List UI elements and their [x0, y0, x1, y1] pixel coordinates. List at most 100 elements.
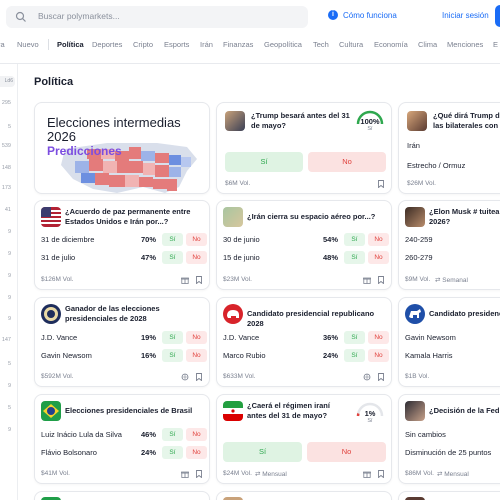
share-icon[interactable] — [363, 373, 371, 381]
category-tab[interactable]: ra — [0, 40, 5, 49]
yes-button[interactable]: Sí — [344, 251, 365, 264]
bookmark-icon[interactable] — [377, 276, 385, 284]
market-title[interactable]: ¿Caerá el régimen iraní antes del 31 de … — [247, 401, 351, 421]
outcome-percent: 48% — [322, 253, 338, 262]
no-button[interactable]: No — [368, 251, 389, 264]
midterms-card[interactable]: Elecciones intermedias 2026 Predicciones — [34, 102, 210, 194]
no-button[interactable]: No — [186, 233, 207, 246]
no-button[interactable]: No — [186, 446, 207, 459]
seal-graphic — [44, 307, 58, 321]
gift-icon[interactable] — [363, 470, 371, 478]
gift-icon[interactable] — [181, 470, 189, 478]
midterms-title: Elecciones intermedias 2026 — [47, 115, 181, 144]
yes-button[interactable]: Sí — [344, 331, 365, 344]
login-link[interactable]: Iniciar sesión — [442, 11, 489, 20]
search-input[interactable]: Buscar polymarkets... — [6, 6, 308, 28]
outcome-label: Marco Rubio — [223, 351, 266, 360]
gift-icon[interactable] — [363, 276, 371, 284]
market-card[interactable]: ¿Decisión de la Fed e Sin cambios Dismin… — [398, 394, 500, 484]
yes-button[interactable]: Sí — [162, 251, 183, 264]
how-it-works-link[interactable]: i Cómo funciona — [328, 10, 397, 20]
market-card-partial[interactable] — [34, 491, 210, 500]
market-title[interactable]: Candidato presidencial republicano 2028 — [247, 309, 387, 329]
no-button[interactable]: No — [368, 331, 389, 344]
market-card[interactable]: ¿Caerá el régimen iraní antes del 31 de … — [216, 394, 392, 484]
market-title[interactable]: ¿Irán cierra su espacio aéreo por...? — [247, 212, 387, 222]
yes-button[interactable]: Sí — [344, 349, 365, 362]
no-button[interactable]: No — [368, 349, 389, 362]
sidebar-count: 9 — [7, 316, 11, 322]
bookmark-icon[interactable] — [195, 470, 203, 478]
market-card-partial[interactable] — [216, 491, 392, 500]
sidebar-count: 539 — [1, 143, 11, 149]
outcome-percent: 16% — [140, 351, 156, 360]
category-tab[interactable]: E — [493, 40, 498, 49]
market-card[interactable]: ¿Elon Musk # tuitea de 2026? 240-259 260… — [398, 200, 500, 290]
yes-button[interactable]: Sí — [162, 446, 183, 459]
bookmark-icon[interactable] — [377, 180, 385, 188]
bookmark-icon[interactable] — [377, 470, 385, 478]
yes-button[interactable]: Sí — [162, 349, 183, 362]
market-card[interactable]: ¿Irán cierra su espacio aéreo por...? 30… — [216, 200, 392, 290]
category-tab[interactable]: Finanzas — [223, 40, 253, 49]
market-title[interactable]: Candidato presidencial — [429, 309, 500, 319]
market-card[interactable]: ¿Acuerdo de paz permanente entre Estados… — [34, 200, 210, 290]
market-title[interactable]: Elecciones presidenciales de Brasil — [65, 406, 205, 416]
category-tab[interactable]: Cripto — [133, 40, 153, 49]
category-tab[interactable]: Esports — [164, 40, 189, 49]
market-title[interactable]: ¿Qué dirá Trump durante las bilaterales … — [433, 111, 500, 131]
republican-logo-icon — [223, 304, 243, 324]
volume: $26M Vol. — [407, 180, 436, 187]
market-card[interactable]: Candidato presidencial republicano 2028 … — [216, 297, 392, 387]
market-card[interactable]: ¿Trump besará antes del 31 de mayo? 100%… — [216, 102, 392, 194]
bookmark-icon[interactable] — [195, 276, 203, 284]
bookmark-icon[interactable] — [195, 373, 203, 381]
bookmark-icon[interactable] — [377, 373, 385, 381]
category-tab[interactable]: Clima — [418, 40, 437, 49]
market-title[interactable]: Ganador de las elecciones presidenciales… — [65, 304, 195, 324]
category-tab[interactable]: Menciones — [447, 40, 483, 49]
yes-button[interactable]: Sí — [162, 428, 183, 441]
category-tab[interactable]: Cultura — [339, 40, 363, 49]
market-title[interactable]: ¿Elon Musk # tuitea de 2026? — [429, 207, 500, 227]
category-tab[interactable]: Economía — [374, 40, 408, 49]
no-button[interactable]: No — [368, 233, 389, 246]
gift-icon[interactable] — [181, 276, 189, 284]
sidebar-count: 173 — [1, 185, 11, 191]
no-button[interactable]: No — [308, 152, 386, 172]
market-title[interactable]: ¿Acuerdo de paz permanente entre Estados… — [65, 207, 200, 227]
volume: $9M Vol. — [405, 276, 431, 283]
yes-button[interactable]: Sí — [162, 233, 183, 246]
market-card[interactable]: ¿Qué dirá Trump durante las bilaterales … — [398, 102, 500, 194]
yes-button[interactable]: Sí — [223, 442, 302, 462]
category-tab[interactable]: Nuevo — [17, 40, 39, 49]
sidebar-count: 41 — [4, 207, 11, 213]
market-thumbnail — [223, 207, 243, 227]
no-button[interactable]: No — [186, 331, 207, 344]
market-title[interactable]: ¿Trump besará antes del 31 de mayo? — [251, 111, 355, 131]
probability-gauge: 100% Sí — [355, 108, 385, 134]
market-card[interactable]: Ganador de las elecciones presidenciales… — [34, 297, 210, 387]
category-tab-active[interactable]: Política — [57, 40, 84, 49]
no-button[interactable]: No — [186, 251, 207, 264]
yes-button[interactable]: Sí — [344, 233, 365, 246]
category-tab[interactable]: Tech — [313, 40, 329, 49]
category-tab[interactable]: Geopolítica — [264, 40, 302, 49]
category-tab[interactable]: Irán — [200, 40, 213, 49]
sidebar-chip[interactable]: Ld6 — [0, 76, 15, 87]
market-title[interactable]: ¿Decisión de la Fed e — [429, 406, 500, 416]
yes-button[interactable]: Sí — [225, 152, 303, 172]
outcome-label: Sin cambios — [405, 430, 446, 439]
no-button[interactable]: No — [307, 442, 386, 462]
signup-button[interactable] — [495, 5, 500, 27]
no-button[interactable]: No — [186, 428, 207, 441]
page-title: Política — [34, 76, 74, 88]
market-card[interactable]: Elecciones presidenciales de Brasil Luiz… — [34, 394, 210, 484]
market-card[interactable]: Candidato presidencial Gavin Newsom Kama… — [398, 297, 500, 387]
no-button[interactable]: No — [186, 349, 207, 362]
market-card-partial[interactable] — [398, 491, 500, 500]
outcome-label: Disminución de 25 puntos — [405, 448, 492, 457]
category-tab[interactable]: Deportes — [92, 40, 122, 49]
yes-button[interactable]: Sí — [162, 331, 183, 344]
share-icon[interactable] — [181, 373, 189, 381]
